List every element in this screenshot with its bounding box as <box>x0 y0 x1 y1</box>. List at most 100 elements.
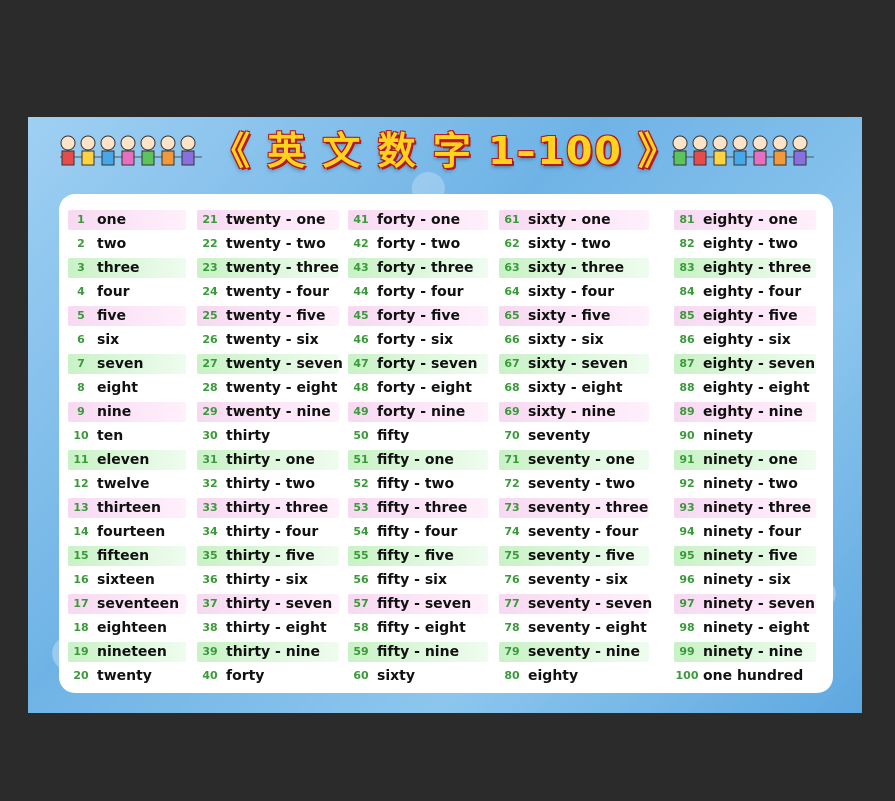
row-english-word: thirty - five <box>226 548 315 564</box>
row-english-word: ninety - six <box>703 572 791 588</box>
row-english-word: seventy - nine <box>528 644 641 660</box>
row-english-word: sixty - nine <box>528 404 616 420</box>
row-english-word: thirty - six <box>226 572 308 588</box>
row-number: 41 <box>353 213 369 226</box>
row-number: 53 <box>353 501 369 514</box>
row-number: 94 <box>679 525 695 538</box>
row-number: 84 <box>679 285 695 298</box>
row-english-word: forty - four <box>377 284 464 300</box>
row-english-word: twenty - four <box>226 284 330 300</box>
row-english-word: ninety - one <box>703 452 798 468</box>
row-number: 68 <box>504 381 520 394</box>
row-number: 4 <box>77 285 85 298</box>
row-number: 89 <box>679 405 695 418</box>
row-number: 15 <box>73 549 89 562</box>
row-english-word: two <box>97 236 127 252</box>
row-english-word: twenty - five <box>226 308 326 324</box>
row-number: 49 <box>353 405 369 418</box>
row-number: 71 <box>504 453 520 466</box>
row-number: 43 <box>353 261 369 274</box>
row-english-word: twenty - three <box>226 260 340 276</box>
row-english-word: fifty - five <box>377 548 454 564</box>
row-english-word: eighteen <box>97 620 167 636</box>
row-number: 96 <box>679 573 695 586</box>
row-number: 97 <box>679 597 695 610</box>
row-number: 98 <box>679 621 695 634</box>
row-english-word: ninety - four <box>703 524 802 540</box>
row-number: 86 <box>679 333 695 346</box>
row-number: 59 <box>353 645 369 658</box>
row-number: 63 <box>504 261 520 274</box>
row-english-word: twenty - one <box>226 212 326 228</box>
row-number: 76 <box>504 573 520 586</box>
row-number: 65 <box>504 309 520 322</box>
row-english-word: seventy - two <box>528 476 636 492</box>
row-number: 3 <box>77 261 85 274</box>
row-number: 54 <box>353 525 369 538</box>
row-number: 25 <box>202 309 218 322</box>
row-number: 18 <box>73 621 89 634</box>
row-english-word: fourteen <box>97 524 166 540</box>
row-number: 66 <box>504 333 520 346</box>
row-english-word: sixty - four <box>528 284 615 300</box>
row-english-word: thirty - three <box>226 500 329 516</box>
row-number: 9 <box>77 405 85 418</box>
row-number: 19 <box>73 645 89 658</box>
row-number: 44 <box>353 285 369 298</box>
row-english-word: six <box>97 332 120 348</box>
row-english-word: ninety - three <box>703 500 812 516</box>
row-number: 64 <box>504 285 520 298</box>
row-english-word: eighty - five <box>703 308 798 324</box>
row-number: 73 <box>504 501 520 514</box>
row-english-word: thirty - one <box>226 452 315 468</box>
row-number: 93 <box>679 501 695 514</box>
row-number: 100 <box>675 669 699 682</box>
row-number: 8 <box>77 381 85 394</box>
row-english-word: seventy - eight <box>528 620 647 636</box>
row-english-word: eight <box>97 380 138 396</box>
row-english-word: eighty - one <box>703 212 798 228</box>
row-number: 29 <box>202 405 218 418</box>
row-number: 60 <box>353 669 369 682</box>
row-english-word: eighty - four <box>703 284 802 300</box>
row-number: 47 <box>353 357 369 370</box>
row-number: 51 <box>353 453 369 466</box>
row-number: 80 <box>504 669 520 682</box>
row-english-word: seventy - one <box>528 452 635 468</box>
row-english-word: sixty - three <box>528 260 625 276</box>
row-english-word: forty - seven <box>377 356 478 372</box>
row-english-word: sixty <box>377 668 415 684</box>
row-number: 12 <box>73 477 89 490</box>
row-english-word: forty - two <box>377 236 461 252</box>
row-english-word: thirty - eight <box>226 620 327 636</box>
row-number: 45 <box>353 309 369 322</box>
row-number: 61 <box>504 213 520 226</box>
row-english-word: nineteen <box>97 644 167 660</box>
row-number: 69 <box>504 405 520 418</box>
row-english-word: seventy - five <box>528 548 635 564</box>
row-number: 34 <box>202 525 218 538</box>
row-english-word: eighty <box>528 668 579 684</box>
row-number: 74 <box>504 525 520 538</box>
row-english-word: thirty - nine <box>226 644 320 660</box>
row-english-word: fifty <box>377 428 410 444</box>
row-english-word: sixty - five <box>528 308 611 324</box>
row-english-word: eighty - three <box>703 260 812 276</box>
row-number: 95 <box>679 549 695 562</box>
row-english-word: fifty - eight <box>377 620 466 636</box>
row-english-word: seven <box>97 356 144 372</box>
row-number: 7 <box>77 357 85 370</box>
row-english-word: ten <box>97 428 124 444</box>
row-number: 5 <box>77 309 85 322</box>
row-english-word: thirteen <box>97 500 162 516</box>
row-number: 85 <box>679 309 695 322</box>
row-english-word: thirty - seven <box>226 596 333 612</box>
row-number: 67 <box>504 357 520 370</box>
row-english-word: fifteen <box>97 548 150 564</box>
row-english-word: eighty - seven <box>703 356 816 372</box>
row-english-word: sixty - six <box>528 332 604 348</box>
row-number: 92 <box>679 477 695 490</box>
row-number: 72 <box>504 477 520 490</box>
row-english-word: four <box>97 284 130 300</box>
row-number: 78 <box>504 621 520 634</box>
